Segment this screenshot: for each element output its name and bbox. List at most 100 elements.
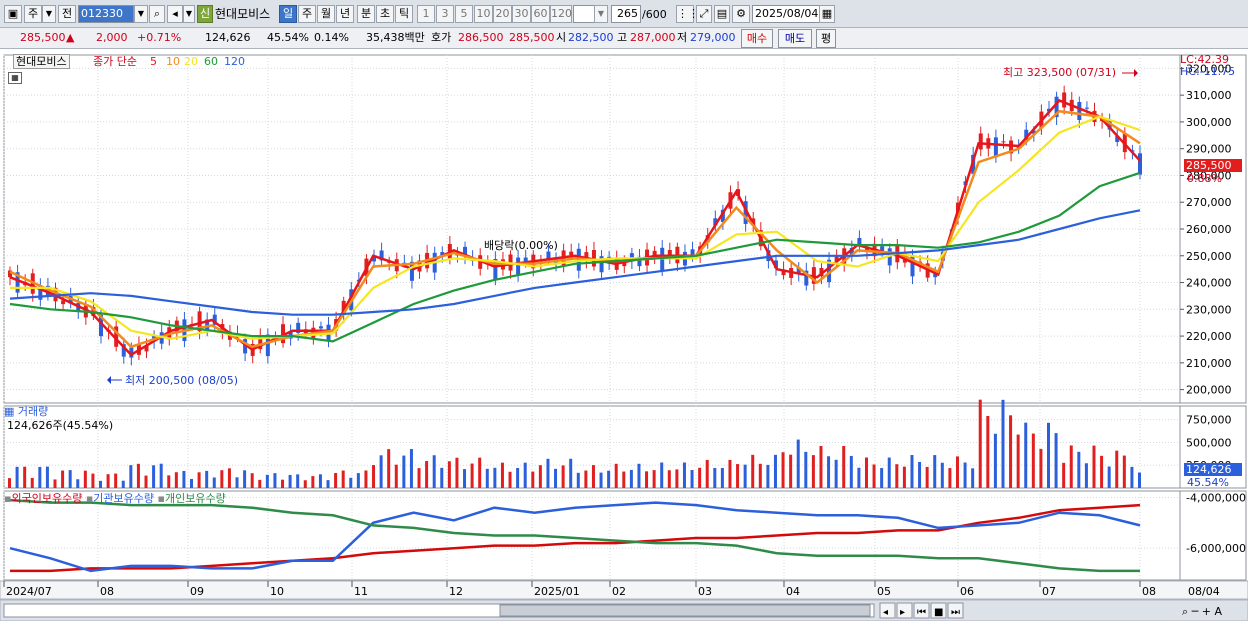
interval-30[interactable]: 30: [512, 5, 531, 23]
volume-bar: [986, 415, 990, 488]
scroll-thumb: [499, 604, 871, 617]
settings-icon[interactable]: ⚙: [732, 5, 750, 23]
volume-bar: [205, 470, 209, 488]
dropdown-icon[interactable]: ▼: [42, 5, 56, 23]
volume-bar: [493, 467, 497, 488]
volume-bar: [827, 456, 831, 488]
sell-button[interactable]: 매도: [778, 29, 812, 48]
volume-bar: [227, 468, 231, 488]
volume-summary: 124,626주(45.54%): [7, 419, 114, 432]
avg-button[interactable]: 평: [816, 29, 836, 48]
volume-bar: [394, 464, 398, 488]
volume-bar: [720, 468, 724, 488]
interval-5[interactable]: 5: [455, 5, 473, 23]
candle-body: [978, 133, 983, 150]
dropdown-icon[interactable]: ▼: [134, 5, 148, 23]
volume-bar: [887, 457, 891, 488]
interval-120[interactable]: 120: [550, 5, 572, 23]
volume-bar: [288, 474, 292, 488]
speaker-icon[interactable]: ◂: [167, 5, 183, 23]
volume-bar: [773, 454, 777, 488]
y-tick-label: 310,000: [1186, 89, 1232, 102]
volume-bar: [1031, 433, 1035, 488]
volume-bar: [1024, 422, 1028, 488]
volume-bar: [1001, 399, 1005, 488]
dropdown-icon[interactable]: ▼: [594, 5, 608, 23]
volume-ratio: 45.54%: [267, 31, 309, 44]
period-month[interactable]: 월: [317, 5, 335, 23]
volume-bar: [144, 475, 148, 488]
bar-count-input[interactable]: 265: [611, 5, 641, 23]
volume-bar: [880, 468, 884, 488]
market-button[interactable]: 주: [24, 5, 42, 23]
high-price: 287,000: [630, 31, 676, 44]
volume-bar: [1054, 433, 1058, 488]
interval-3[interactable]: 3: [436, 5, 454, 23]
volume-bar: [963, 462, 967, 488]
scroll-control-icon: ⏮: [917, 607, 926, 618]
interval-1[interactable]: 1: [417, 5, 435, 23]
quote-bar: 285,500 ▲ 2,000 +0.71% 124,626 45.54% 0.…: [0, 28, 1248, 49]
period-year[interactable]: 년: [336, 5, 354, 23]
y-tick-label: 220,000: [1186, 330, 1232, 343]
volume-bar: [1077, 451, 1081, 488]
interval-10[interactable]: 10: [474, 5, 493, 23]
volume-bar: [455, 457, 459, 488]
fit-icon[interactable]: ⤢: [696, 5, 712, 23]
individual-holdings-label: 개인보유수량: [164, 492, 226, 505]
volume-bar: [591, 465, 595, 488]
volume-bar: [561, 465, 565, 488]
stock-code-input[interactable]: 012330: [78, 5, 134, 23]
interval-60[interactable]: 60: [531, 5, 550, 23]
volume-bar: [508, 471, 512, 488]
volume-bar: [303, 480, 307, 488]
volume-bar: [243, 470, 247, 488]
candle-body: [1062, 92, 1067, 108]
volume-bar: [334, 472, 338, 488]
dropdown-icon[interactable]: ▼: [183, 5, 195, 23]
volume-bar: [554, 468, 558, 488]
buy-button[interactable]: 매수: [741, 29, 773, 48]
period-day[interactable]: 일: [279, 5, 297, 23]
calendar-icon[interactable]: ▦: [819, 5, 835, 23]
volume-bar: [629, 469, 633, 488]
volume-bar: [432, 455, 436, 488]
ask-price-1: 286,500: [458, 31, 504, 44]
open-price: 282,500: [568, 31, 614, 44]
volume-bar: [667, 470, 671, 488]
volume-bar: [45, 466, 49, 488]
ask-price-2: 285,500: [509, 31, 555, 44]
volume-last-tag: 124,626: [1184, 463, 1242, 476]
search-icon[interactable]: ⌕: [149, 5, 165, 23]
interval-20[interactable]: 20: [493, 5, 512, 23]
volume-bar: [258, 479, 262, 488]
volume-bar: [409, 449, 413, 488]
date-input[interactable]: 2025/08/04: [752, 5, 820, 23]
price-change-pct: +0.71%: [137, 31, 182, 44]
period-second[interactable]: 초: [376, 5, 394, 23]
ma-10-label: 10: [166, 55, 180, 68]
prev-button[interactable]: 전: [58, 5, 76, 23]
period-minute[interactable]: 분: [357, 5, 375, 23]
holdings-legend: ▪외국인보유수량 ▪기관보유수량 ▪개인보유수량: [4, 492, 226, 505]
save-icon[interactable]: ▤: [714, 5, 730, 23]
period-tick[interactable]: 틱: [395, 5, 413, 23]
ask-label: 호가: [431, 31, 452, 44]
table-icon[interactable]: ▦: [8, 72, 22, 84]
y-tick-label: 290,000: [1186, 143, 1232, 156]
volume-bar: [751, 454, 755, 488]
volume-bar: [955, 456, 959, 488]
volume-bar: [1016, 434, 1020, 488]
stock-name: 현대모비스: [215, 7, 271, 21]
period-week[interactable]: 주: [298, 5, 316, 23]
volume-bar: [857, 467, 861, 488]
volume-bar: [1100, 455, 1104, 488]
volume-bar: [281, 479, 285, 488]
grid-icon[interactable]: ⋮⋮: [676, 5, 699, 23]
volume-bar: [834, 459, 838, 488]
volume-bar: [569, 458, 573, 488]
volume-bar: [1115, 450, 1119, 488]
x-tick-label: 10: [270, 585, 284, 598]
stock-chart[interactable]: 2024/07 08 09 10 11 12 2025/01 02 03 04 05 06 07 08 08…: [0, 50, 1248, 621]
chart-icon[interactable]: ▣: [4, 5, 22, 23]
